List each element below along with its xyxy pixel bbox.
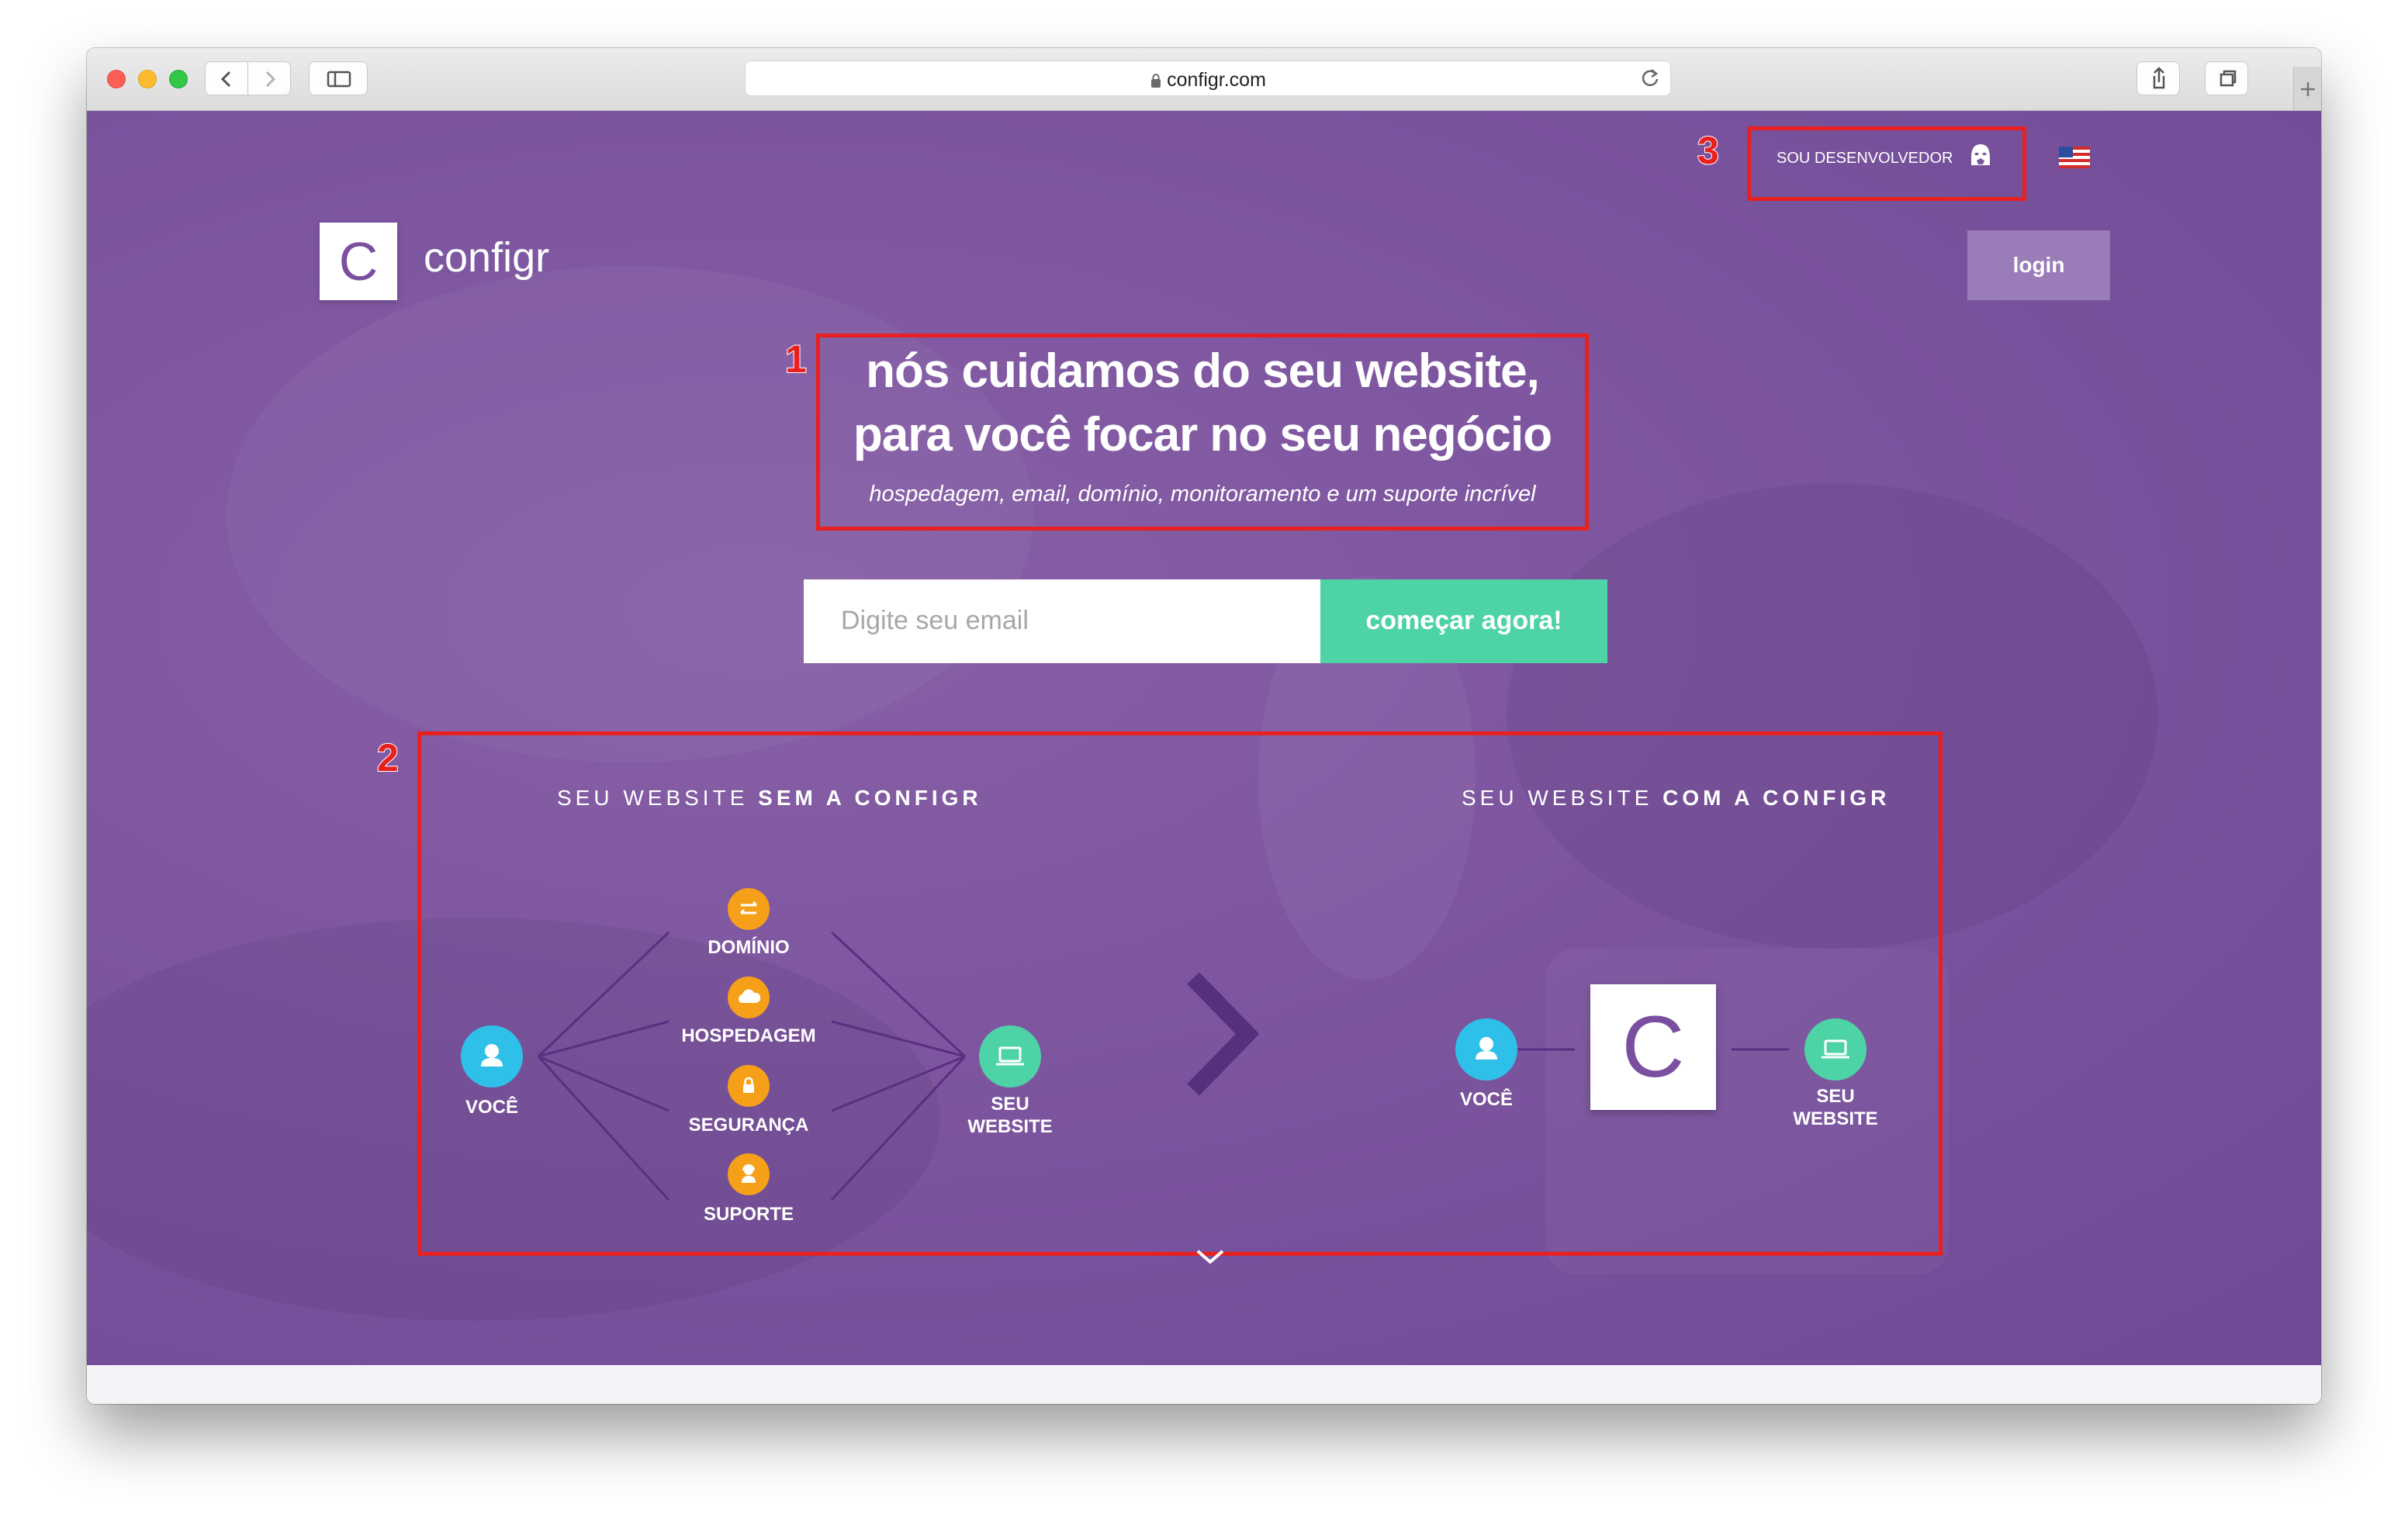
security-node bbox=[728, 1065, 770, 1107]
support-node bbox=[728, 1153, 770, 1195]
cloud-icon bbox=[739, 989, 761, 1003]
you-node bbox=[461, 1025, 523, 1087]
support-agent-icon bbox=[742, 1164, 756, 1183]
website-label: SEU WEBSITE bbox=[956, 1093, 1064, 1138]
hosting-node bbox=[728, 977, 770, 1018]
sidebar-toggle-button[interactable] bbox=[309, 61, 368, 95]
tabs-icon bbox=[2219, 70, 2237, 87]
website-label-line1: SEU bbox=[991, 1094, 1029, 1115]
browser-window: configr.com 3 SOU DESENVOLVEDOR C config… bbox=[87, 48, 2321, 1404]
tabs-overview-button[interactable] bbox=[2205, 61, 2248, 95]
address-bar[interactable]: configr.com bbox=[745, 60, 1671, 96]
support-label: SUPORTE bbox=[703, 1204, 794, 1225]
close-window-button[interactable] bbox=[107, 70, 126, 88]
scroll-down-chevron-icon bbox=[1196, 1250, 1224, 1264]
sidebar-icon bbox=[327, 71, 351, 88]
hero-section: 3 SOU DESENVOLVEDOR C configr login 1 nó… bbox=[87, 111, 2321, 1365]
page-bottom-strip bbox=[87, 1365, 2321, 1404]
with-website-label-line2: WEBSITE bbox=[1793, 1108, 1878, 1129]
back-button[interactable] bbox=[205, 61, 248, 95]
maximize-window-button[interactable] bbox=[169, 70, 188, 88]
laptop-icon bbox=[1822, 1039, 1849, 1059]
lock-icon bbox=[1151, 74, 1161, 88]
user-icon bbox=[1476, 1037, 1497, 1060]
you-label: VOCÊ bbox=[465, 1097, 518, 1118]
with-website-label: SEU WEBSITE bbox=[1781, 1085, 1890, 1130]
chevron-left-icon bbox=[220, 71, 231, 88]
connector-lines bbox=[537, 931, 1789, 1264]
user-icon bbox=[481, 1044, 503, 1066]
hosting-label: HOSPEDAGEM bbox=[681, 1025, 816, 1046]
browser-toolbar: configr.com bbox=[87, 48, 2321, 111]
with-you-node bbox=[1455, 1018, 1517, 1080]
with-website-label-line1: SEU bbox=[1816, 1086, 1855, 1107]
url-text: configr.com bbox=[1167, 69, 1266, 91]
security-label: SEGURANÇA bbox=[688, 1115, 809, 1136]
share-button[interactable] bbox=[2136, 61, 2180, 95]
domain-node bbox=[728, 888, 770, 930]
chevron-right-icon bbox=[265, 71, 276, 88]
plus-icon bbox=[2301, 82, 2315, 96]
configr-logo-box: C bbox=[1590, 984, 1716, 1110]
lock-icon bbox=[743, 1077, 754, 1093]
website-node bbox=[979, 1025, 1041, 1087]
with-you-label: VOCÊ bbox=[1459, 1089, 1513, 1110]
forward-button[interactable] bbox=[247, 61, 291, 95]
reload-icon[interactable] bbox=[1639, 67, 1661, 89]
domain-label: DOMÍNIO bbox=[708, 937, 790, 958]
big-arrow-icon bbox=[1187, 972, 1260, 1096]
with-website-node bbox=[1804, 1018, 1867, 1080]
share-icon bbox=[2153, 67, 2165, 89]
url-display: configr.com bbox=[746, 69, 1670, 92]
new-tab-button[interactable] bbox=[2293, 67, 2321, 110]
laptop-icon bbox=[996, 1046, 1024, 1066]
minimize-window-button[interactable] bbox=[138, 70, 157, 88]
swap-arrows-icon bbox=[739, 901, 758, 914]
website-label-line2: WEBSITE bbox=[967, 1116, 1053, 1137]
configr-logo-letter: C bbox=[1621, 998, 1685, 1095]
